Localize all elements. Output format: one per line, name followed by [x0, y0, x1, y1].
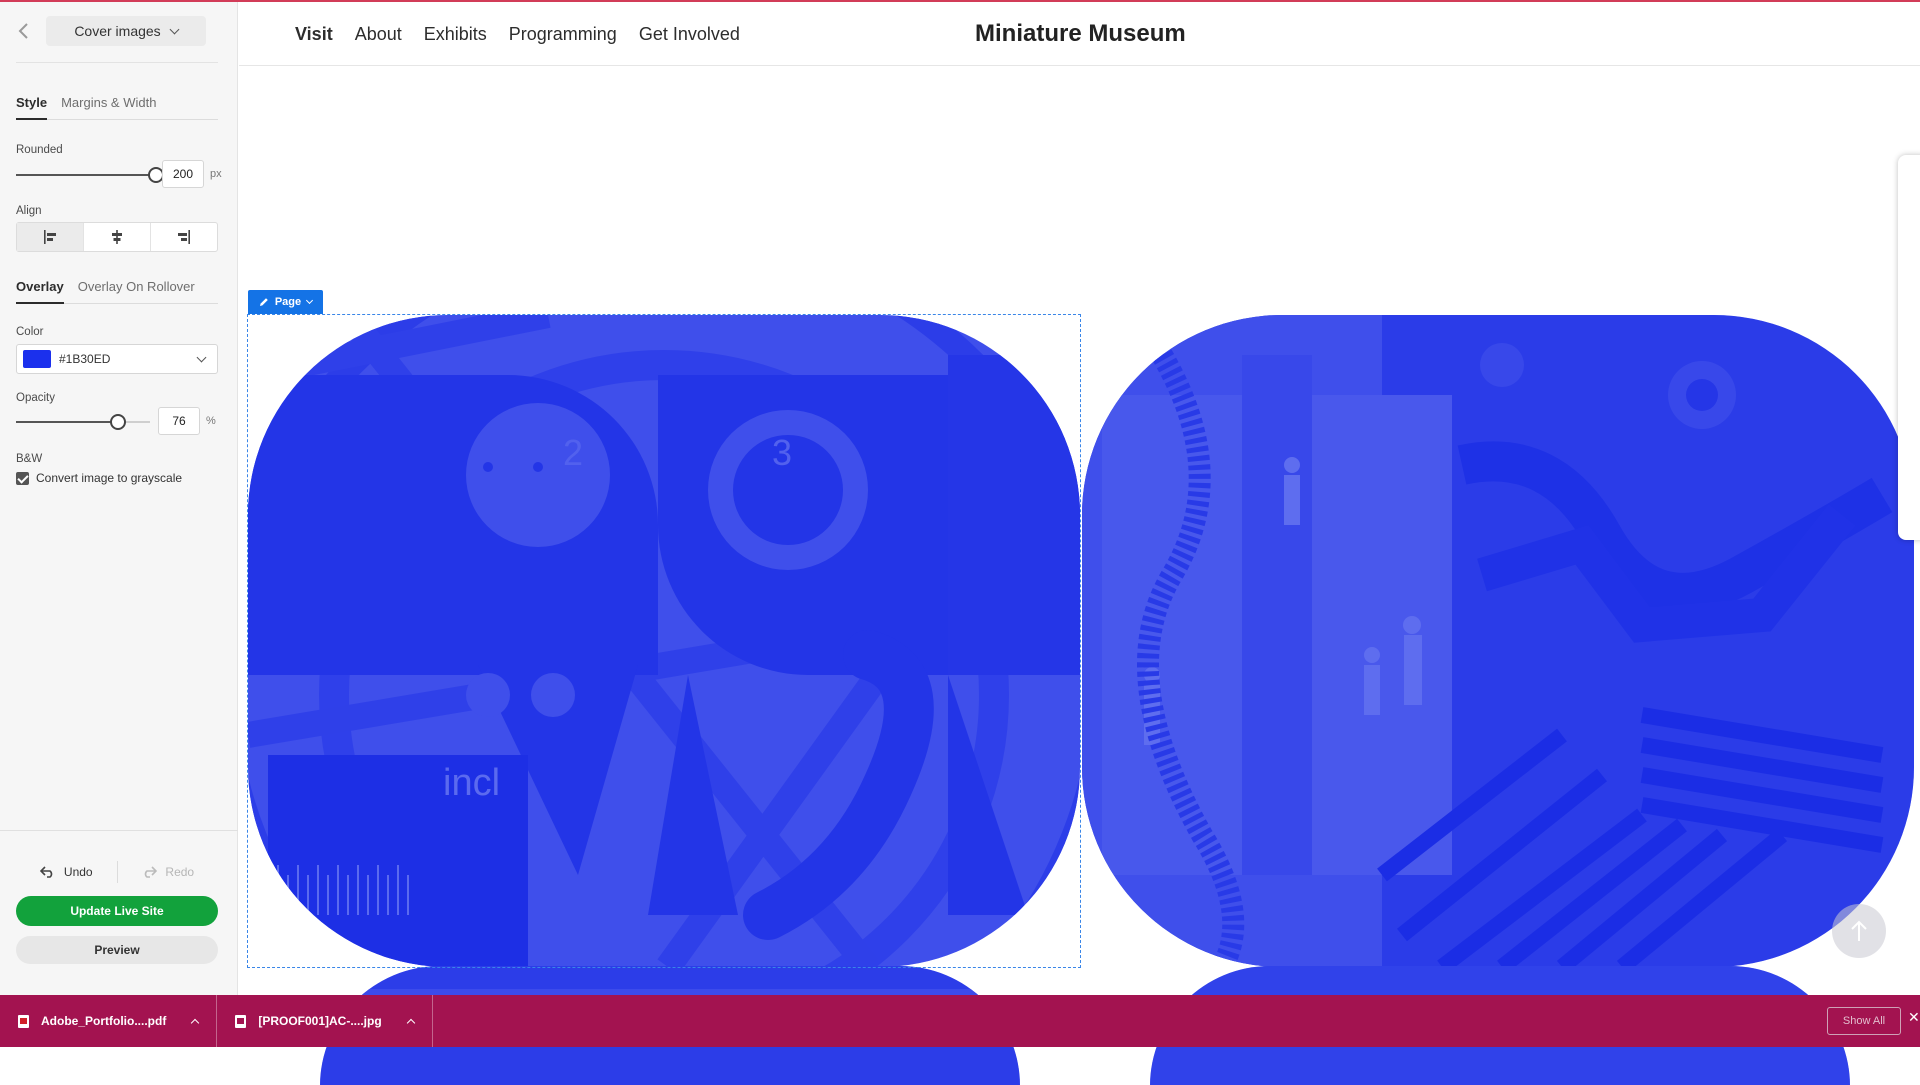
divider: [0, 830, 238, 831]
pdf-file-icon: [18, 1014, 29, 1028]
align-button-group: [16, 222, 218, 252]
chevron-up-icon[interactable]: [191, 1018, 200, 1028]
color-hex-value: #1B30ED: [59, 352, 111, 366]
cover-image-tile[interactable]: 2 3 incl: [248, 315, 1080, 967]
update-live-site-button[interactable]: Update Live Site: [16, 896, 218, 926]
tab-style[interactable]: Style: [16, 92, 48, 120]
nav-about[interactable]: About: [355, 24, 402, 45]
opacity-value-input[interactable]: 76: [158, 407, 200, 435]
nav-exhibits[interactable]: Exhibits: [424, 24, 487, 45]
opacity-label: Opacity: [16, 392, 55, 404]
site-header: Visit About Exhibits Programming Get Inv…: [239, 2, 1920, 66]
rounded-unit: px: [210, 168, 222, 180]
page-tag-label: Page: [274, 296, 302, 308]
slider-track: [16, 174, 156, 176]
pencil-icon: [259, 298, 268, 306]
image-file-icon: [235, 1014, 247, 1028]
undo-button[interactable]: Undo: [16, 865, 117, 879]
arrow-up-icon: [1851, 920, 1867, 941]
scroll-to-top-button[interactable]: [1832, 904, 1886, 958]
chevron-down-icon: [169, 24, 180, 34]
overlay-tabs: Overlay Overlay On Rollover: [16, 276, 218, 304]
color-swatch: [23, 350, 51, 368]
align-label: Align: [16, 205, 42, 217]
page-edit-tag[interactable]: Page: [248, 290, 323, 314]
download-filename: [PROOF001]AC-....jpg: [258, 1014, 382, 1028]
rounded-label: Rounded: [16, 144, 63, 156]
undo-icon: [39, 866, 53, 878]
color-label: Color: [16, 326, 44, 338]
nav-get-involved[interactable]: Get Involved: [639, 24, 740, 45]
tab-overlay[interactable]: Overlay: [16, 276, 64, 304]
download-item[interactable]: [PROOF001]AC-....jpg: [217, 995, 433, 1047]
align-right-icon[interactable]: [151, 223, 217, 251]
site-nav: Visit About Exhibits Programming Get Inv…: [295, 2, 740, 66]
undo-label: Undo: [63, 865, 93, 879]
slider-track: [16, 421, 118, 423]
overlay-color-select[interactable]: #1B30ED: [16, 344, 218, 374]
nav-visit[interactable]: Visit: [295, 24, 333, 45]
tab-margins-width[interactable]: Margins & Width: [61, 92, 156, 120]
divider: [16, 62, 218, 63]
align-left-icon[interactable]: [17, 223, 84, 251]
redo-icon: [145, 866, 158, 878]
section-dropdown[interactable]: Cover images: [46, 16, 206, 46]
show-all-button[interactable]: Show All: [1827, 1007, 1901, 1035]
chevron-up-icon[interactable]: [406, 1018, 415, 1028]
redo-label: Redo: [165, 865, 195, 879]
back-arrow-icon[interactable]: [12, 18, 34, 44]
download-filename: Adobe_Portfolio....pdf: [41, 1014, 167, 1028]
color-overlay: [1082, 315, 1914, 967]
slider-thumb[interactable]: [110, 414, 126, 430]
redo-button[interactable]: Redo: [118, 865, 219, 879]
grayscale-checkbox-label: Convert image to grayscale: [36, 471, 183, 485]
downloads-bar: Adobe_Portfolio....pdf [PROOF001]AC-....…: [0, 995, 1920, 1047]
close-icon[interactable]: ✕: [1908, 1009, 1920, 1026]
opacity-slider[interactable]: [16, 412, 150, 432]
style-tabs: Style Margins & Width: [16, 92, 218, 120]
opacity-unit: %: [206, 415, 216, 427]
tab-overlay-on-rollover[interactable]: Overlay On Rollover: [78, 276, 195, 304]
bw-label: B&W: [16, 453, 43, 465]
download-item[interactable]: Adobe_Portfolio....pdf: [0, 995, 218, 1047]
section-dropdown-label: Cover images: [74, 23, 161, 39]
undo-redo-bar: Undo Redo: [16, 860, 218, 884]
editor-sidebar: Cover images Style Margins & Width Round…: [0, 2, 238, 995]
rounded-slider[interactable]: [16, 165, 164, 185]
align-center-icon[interactable]: [84, 223, 151, 251]
sidebar-header: Cover images: [0, 2, 238, 62]
side-panel-handle[interactable]: [1898, 155, 1920, 540]
rounded-value-input[interactable]: 200: [162, 160, 204, 188]
site-title[interactable]: Miniature Museum: [975, 2, 1186, 66]
cover-image-tile[interactable]: [1082, 315, 1914, 967]
color-overlay: [248, 315, 1080, 967]
grayscale-checkbox[interactable]: [16, 471, 29, 485]
preview-button[interactable]: Preview: [16, 936, 218, 964]
nav-programming[interactable]: Programming: [509, 24, 617, 45]
chevron-down-icon: [306, 296, 314, 304]
grayscale-checkbox-row[interactable]: Convert image to grayscale: [16, 471, 182, 485]
chevron-down-icon: [196, 352, 207, 362]
